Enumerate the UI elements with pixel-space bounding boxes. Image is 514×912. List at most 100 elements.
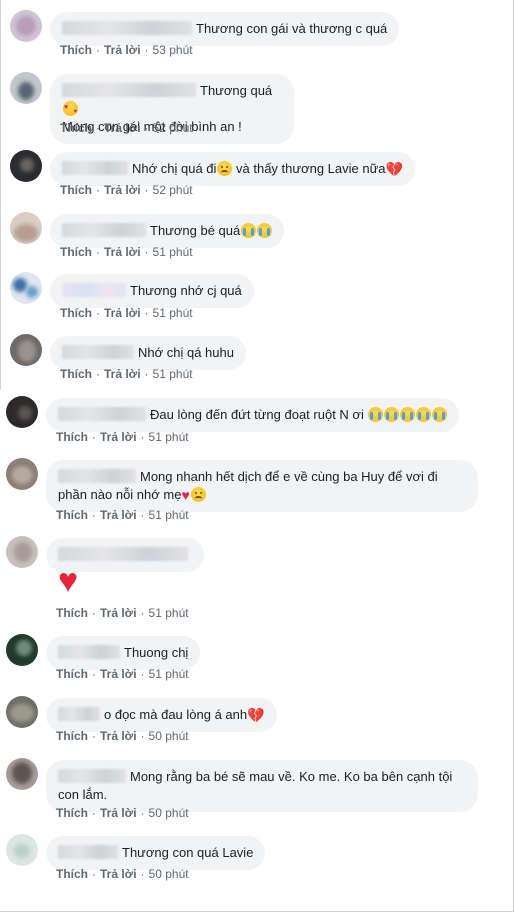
separator: · [144, 121, 149, 135]
commenter-name[interactable] [58, 547, 188, 561]
separator: · [96, 121, 100, 135]
avatar[interactable] [10, 150, 42, 182]
comment-timestamp[interactable]: 51 phút [153, 245, 193, 259]
commenter-name[interactable] [62, 223, 146, 237]
separator: · [92, 729, 96, 743]
crying-face-icon [368, 407, 384, 422]
like-button[interactable]: Thích [60, 121, 92, 135]
comment-actions: Thích · Trả lời · 51 phút [56, 430, 189, 444]
commenter-name[interactable] [62, 283, 126, 297]
reply-button[interactable]: Trả lời [100, 430, 137, 444]
disappointed-face-icon [217, 161, 233, 176]
like-button[interactable]: Thích [60, 43, 92, 57]
commenter-name[interactable] [58, 469, 136, 483]
reply-button[interactable]: Trả lời [104, 183, 141, 197]
reply-button[interactable]: Trả lời [100, 729, 137, 743]
comment-timestamp[interactable]: 51 phút [149, 508, 189, 522]
comment-actions: Thích · Trả lời · 51 phút [60, 306, 193, 320]
comment-text: Nhớ chị quá đi [132, 161, 217, 176]
comment-timestamp[interactable]: 52 phút [153, 121, 193, 135]
avatar[interactable] [6, 536, 38, 568]
like-button[interactable]: Thích [56, 867, 88, 881]
avatar[interactable] [6, 634, 38, 666]
comment-timestamp[interactable]: 52 phút [153, 183, 193, 197]
reply-button[interactable]: Trả lời [104, 306, 141, 320]
comment-timestamp[interactable]: 50 phút [149, 867, 189, 881]
comment-bubble: Mong rằng ba bé sẽ mau về. Ko me. Ko ba … [46, 760, 478, 812]
avatar[interactable] [6, 696, 38, 728]
separator: · [96, 245, 100, 259]
comment-timestamp[interactable]: 50 phút [149, 806, 189, 820]
like-button[interactable]: Thích [60, 306, 92, 320]
like-button[interactable]: Thích [60, 245, 92, 259]
commenter-name[interactable] [58, 845, 118, 859]
reply-button[interactable]: Trả lời [100, 806, 137, 820]
comment-timestamp[interactable]: 51 phút [153, 367, 193, 381]
comment-text: Thương bé quá [150, 223, 241, 238]
reply-button[interactable]: Trả lời [104, 121, 141, 135]
avatar[interactable] [6, 834, 38, 866]
avatar[interactable] [10, 272, 42, 304]
comment-actions: Thích · Trả lời · 50 phút [56, 867, 189, 881]
commenter-name[interactable] [58, 645, 120, 659]
avatar[interactable] [10, 10, 42, 42]
comment-text: o đọc mà đau lòng á anh [104, 707, 248, 722]
avatar[interactable] [6, 758, 38, 790]
comment-timestamp[interactable]: 51 phút [149, 667, 189, 681]
broken-heart-icon: 💔 [385, 161, 403, 177]
crying-face-icon [384, 407, 400, 422]
avatar[interactable] [6, 396, 38, 428]
comment-timestamp[interactable]: 51 phút [153, 306, 193, 320]
comment-bubble: Nhớ chị qá huhu [50, 336, 246, 370]
comment-timestamp[interactable]: 50 phút [149, 729, 189, 743]
like-button[interactable]: Thích [56, 430, 88, 444]
like-button[interactable]: Thích [60, 183, 92, 197]
reply-button[interactable]: Trả lời [104, 367, 141, 381]
avatar[interactable] [10, 212, 42, 244]
commenter-name[interactable] [58, 769, 126, 783]
crying-face-icon [241, 223, 257, 238]
commenter-name[interactable] [62, 345, 134, 359]
like-button[interactable]: Thích [60, 367, 92, 381]
reply-button[interactable]: Trả lời [100, 667, 137, 681]
separator: · [92, 667, 96, 681]
comment-actions: Thích · Trả lời · 51 phút [56, 606, 189, 620]
comment-actions: Thích · Trả lời · 53 phút [60, 43, 193, 57]
avatar[interactable] [10, 72, 42, 104]
separator: · [92, 806, 96, 820]
like-button[interactable]: Thích [56, 667, 88, 681]
reply-button[interactable]: Trả lời [104, 43, 141, 57]
like-button[interactable]: Thích [56, 606, 88, 620]
comment-actions: Thích · Trả lời · 50 phút [56, 806, 189, 820]
commenter-name[interactable] [58, 407, 146, 421]
reply-button[interactable]: Trả lời [104, 245, 141, 259]
crying-face-icon [257, 223, 273, 238]
comment-text: Thương con gái và thương c quá [196, 21, 388, 36]
comment-timestamp[interactable]: 53 phút [153, 43, 193, 57]
comment-section: Thương con gái và thương c quá Thích · Trả… [0, 0, 514, 912]
red-heart-icon: ♥ [58, 562, 79, 600]
reply-button[interactable]: Trả lời [100, 508, 137, 522]
separator: · [140, 430, 145, 444]
reply-button[interactable]: Trả lời [100, 867, 137, 881]
avatar[interactable] [10, 334, 42, 366]
comment-text: Thuong chị [124, 645, 189, 660]
avatar[interactable] [6, 458, 38, 490]
comment-timestamp[interactable]: 51 phút [149, 430, 189, 444]
like-button[interactable]: Thích [56, 508, 88, 522]
comment-actions: Thích · Trả lời · 52 phút [60, 121, 193, 135]
commenter-name[interactable] [62, 83, 196, 97]
like-button[interactable]: Thích [56, 806, 88, 820]
commenter-name[interactable] [58, 707, 100, 721]
comment-actions: Thích · Trả lời · 51 phút [56, 508, 189, 522]
comment-timestamp[interactable]: 51 phút [149, 606, 189, 620]
reply-button[interactable]: Trả lời [100, 606, 137, 620]
separator: · [144, 43, 149, 57]
like-button[interactable]: Thích [56, 729, 88, 743]
separator: · [140, 606, 145, 620]
separator: · [140, 667, 145, 681]
commenter-name[interactable] [62, 161, 128, 175]
smiling-face-with-hearts-icon [63, 101, 78, 116]
comment-bubble: Mong nhanh hết dịch để e về cùng ba Huy … [46, 460, 478, 512]
commenter-name[interactable] [62, 21, 192, 35]
